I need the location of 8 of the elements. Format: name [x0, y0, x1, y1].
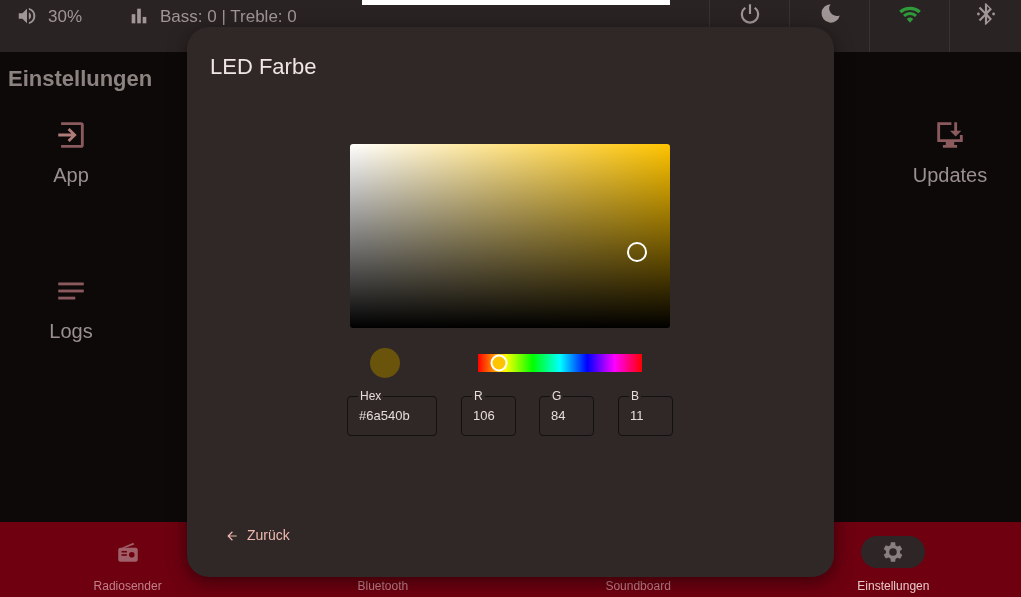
field-label: Hex: [359, 390, 383, 402]
field-label: R: [473, 390, 484, 402]
field-label: B: [630, 390, 640, 402]
dialog-title: LED Farbe: [209, 53, 318, 80]
volume-level: 30%: [48, 6, 83, 26]
equalizer-setting: Bass: 0 | Treble: 0: [160, 6, 297, 26]
page-title: Einstellungen: [7, 65, 153, 92]
field-label: G: [551, 390, 563, 402]
